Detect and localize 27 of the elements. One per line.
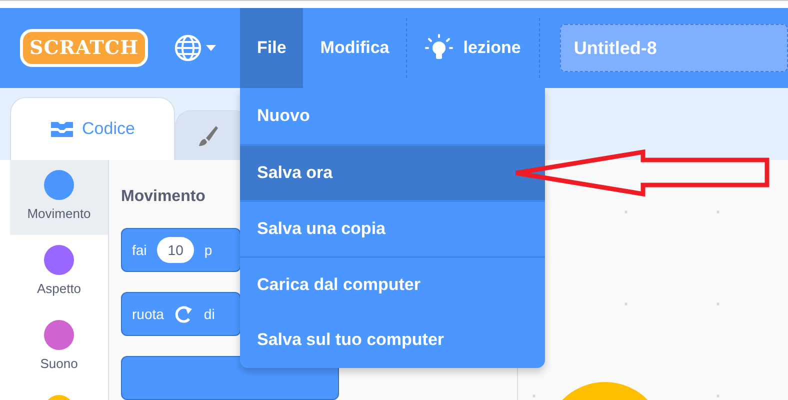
- category-label[interactable]: Suono: [40, 356, 78, 371]
- menu-item[interactable]: Salva ora: [240, 144, 545, 200]
- block-text: di: [204, 306, 215, 322]
- block-text: ruota: [132, 306, 164, 322]
- category-label[interactable]: Aspetto: [36, 281, 82, 296]
- project-title-field[interactable]: Untitled-8: [560, 24, 788, 72]
- block-text: p: [204, 242, 212, 258]
- category-label[interactable]: Movimento: [27, 206, 91, 221]
- paintbrush-icon: [196, 124, 220, 148]
- menu-item[interactable]: Carica dal computer: [240, 256, 545, 312]
- palette-heading: Movimento: [121, 188, 206, 206]
- tutorial-button[interactable]: lezione: [407, 8, 539, 88]
- code-block[interactable]: ruota di: [121, 292, 241, 336]
- lightbulb-icon: [425, 34, 454, 62]
- menu-item[interactable]: File: [240, 8, 304, 88]
- globe-icon[interactable]: [174, 34, 202, 62]
- logo[interactable]: SCRATCH: [20, 29, 148, 67]
- tab[interactable]: Codice: [10, 97, 175, 160]
- rotate-clockwise-icon: [174, 304, 194, 324]
- caret-icon[interactable]: [206, 45, 216, 51]
- block-text: fai: [132, 242, 147, 258]
- number-input[interactable]: 10: [156, 237, 194, 263]
- code-block[interactable]: fai 10 p: [121, 228, 241, 272]
- menu-item[interactable]: Nuovo: [240, 88, 545, 144]
- code-blocks-icon: [50, 119, 74, 139]
- menu-item[interactable]: Salva sul tuo computer: [240, 312, 545, 368]
- menu-item[interactable]: Salva una copia: [240, 200, 545, 256]
